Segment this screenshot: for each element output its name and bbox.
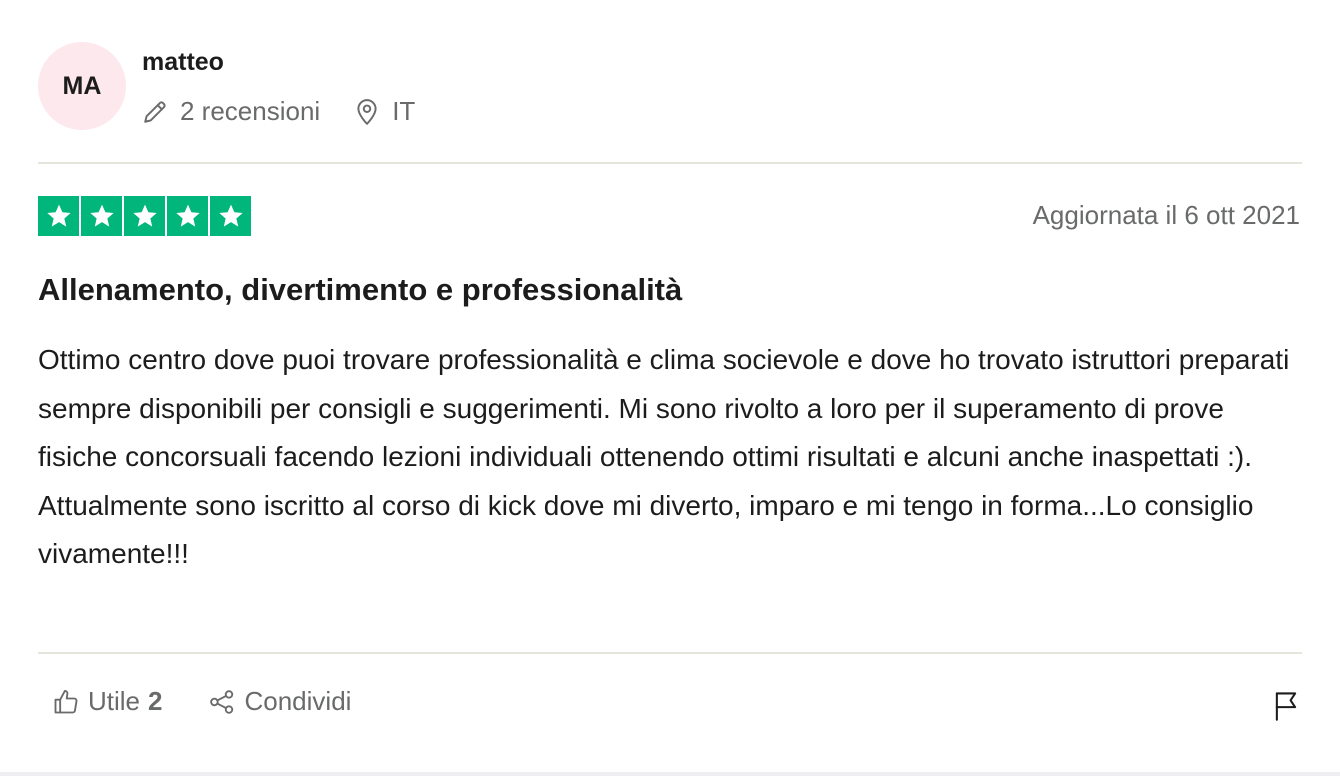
reviews-count-text: 2 recensioni bbox=[180, 96, 321, 126]
star-5 bbox=[210, 196, 251, 236]
share-button[interactable]: Condividi bbox=[208, 686, 351, 717]
star-icon bbox=[89, 204, 114, 227]
consumer-country: IT bbox=[354, 96, 415, 127]
star-icon bbox=[132, 204, 157, 227]
share-icon bbox=[210, 689, 234, 714]
flag-icon bbox=[1275, 692, 1297, 721]
avatar-initials: MA bbox=[62, 71, 102, 100]
header-divider bbox=[38, 162, 1302, 164]
consumer-meta: 2 recensioni IT bbox=[142, 96, 415, 127]
useful-label: Utile bbox=[88, 686, 141, 716]
review-title[interactable]: Allenamento, divertimento e professional… bbox=[38, 272, 682, 308]
pencil-icon bbox=[144, 100, 166, 123]
location-pin-icon bbox=[357, 98, 377, 125]
share-label: Condividi bbox=[244, 686, 352, 716]
consumer-header: MA matteo 2 recensioni IT bbox=[38, 42, 415, 130]
star-2 bbox=[81, 196, 122, 236]
report-button[interactable] bbox=[1272, 690, 1300, 727]
star-1 bbox=[38, 196, 79, 236]
star-icon bbox=[218, 204, 243, 227]
star-rating bbox=[38, 196, 251, 236]
card-bottom-border bbox=[0, 772, 1340, 776]
review-actions: Utile 2 Condividi bbox=[52, 686, 351, 717]
star-icon bbox=[175, 204, 200, 227]
useful-button[interactable]: Utile 2 bbox=[52, 686, 162, 717]
star-3 bbox=[124, 196, 165, 236]
country-code: IT bbox=[392, 96, 416, 126]
consumer-info: matteo 2 recensioni IT bbox=[142, 42, 415, 127]
useful-count: 2 bbox=[148, 686, 163, 716]
review-card: MA matteo 2 recensioni IT Aggiornata il … bbox=[0, 0, 1340, 776]
review-date: Aggiornata il 6 ott 2021 bbox=[1032, 200, 1300, 230]
review-body: Ottimo centro dove puoi trovare professi… bbox=[38, 344, 1290, 569]
reviews-count: 2 recensioni bbox=[142, 96, 320, 127]
footer-divider bbox=[38, 652, 1302, 654]
star-4 bbox=[167, 196, 208, 236]
avatar[interactable]: MA bbox=[38, 42, 126, 130]
star-icon bbox=[46, 204, 71, 227]
thumbs-up-icon bbox=[54, 689, 78, 713]
consumer-name[interactable]: matteo bbox=[142, 50, 415, 75]
